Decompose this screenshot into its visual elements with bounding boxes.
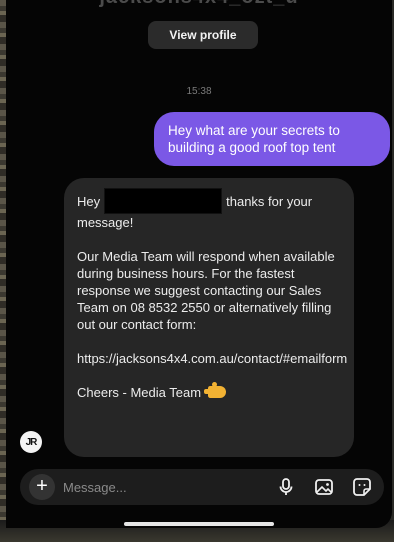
redacted-name [104,188,223,214]
outgoing-message-bubble[interactable]: Hey what are your secrets to building a … [154,112,390,166]
chat-title: jacksons4x4_ozt_u [6,0,392,9]
message-input[interactable] [63,475,263,499]
greeting-line: Hey thanks for your message! [77,188,342,231]
message-composer: + [20,469,384,505]
chat-screen: jacksons4x4_ozt_u View profile 15:38 Hey… [6,0,392,528]
sender-avatar[interactable]: JR [20,431,42,453]
home-indicator [124,522,274,526]
microphone-icon[interactable] [276,477,296,497]
signoff-line: Cheers - Media Team [77,382,342,401]
contact-form-link[interactable]: https://jacksons4x4.com.au/contact/#emai… [77,350,347,367]
sticker-icon[interactable] [352,477,372,497]
backhand-pointing-left-emoji [203,382,226,398]
gallery-icon[interactable] [314,477,334,497]
plus-icon[interactable]: + [29,474,55,500]
message-timestamp: 15:38 [186,86,212,97]
signoff-text: Cheers - Media Team [77,385,202,400]
view-profile-button[interactable]: View profile [148,21,258,49]
incoming-message-bubble[interactable]: Hey thanks for your message! Our Media Te… [64,178,354,457]
response-info-paragraph: Our Media Team will respond when availab… [77,249,335,332]
greeting-start: Hey [77,194,101,209]
outgoing-message-text: Hey what are your secrets to building a … [168,123,340,155]
